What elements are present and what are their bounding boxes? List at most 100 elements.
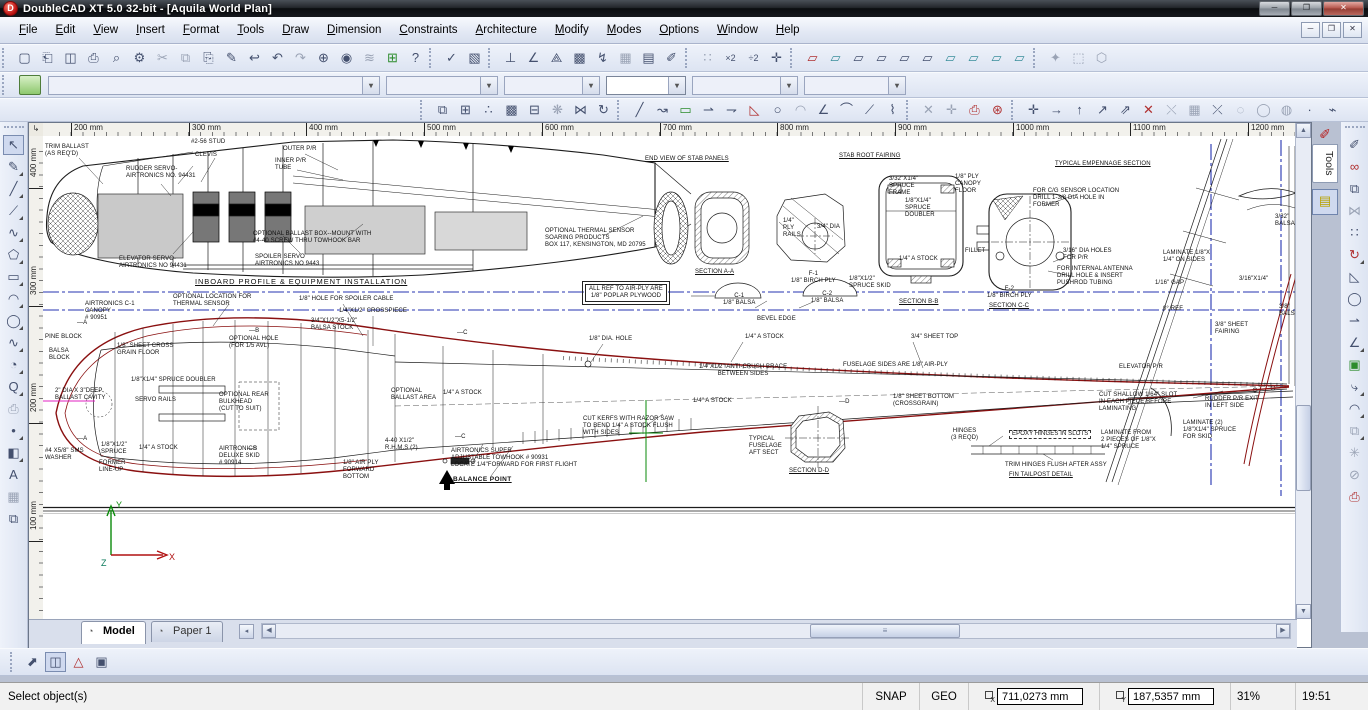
mdi-restore-button[interactable]: ❐ [1322, 22, 1341, 38]
cut-icon[interactable]: ✂ [152, 48, 173, 68]
snap-along-icon[interactable]: → [1046, 100, 1067, 120]
print-icon[interactable]: ⎙ [83, 48, 104, 68]
select-window-icon[interactable]: ⬚ [1068, 48, 1089, 68]
magic-select-icon[interactable]: ✦ [1045, 48, 1066, 68]
double-line-icon[interactable]: ⇀ [698, 100, 719, 120]
explode-tool-icon[interactable]: ✳ [1344, 443, 1365, 463]
maximize-button[interactable]: ❐ [1291, 1, 1322, 16]
spline-tool-icon[interactable]: ⌇ [882, 100, 903, 120]
plot-tool-icon[interactable]: ⎙ [1344, 487, 1365, 507]
mirror-icon[interactable]: ⋈ [570, 100, 591, 120]
break-icon[interactable]: ✕ [918, 100, 939, 120]
view-iso-ne-icon[interactable]: ▱ [940, 48, 961, 68]
region-tool-icon[interactable]: ▣ [1344, 355, 1365, 375]
angle-tool-icon[interactable]: ∠ [813, 100, 834, 120]
rectangle-tool-icon[interactable]: ▭ [675, 100, 696, 120]
toolbar-grip[interactable] [420, 100, 429, 120]
text-tool-icon[interactable]: A [3, 465, 24, 485]
polyline-tool-icon[interactable]: ⟋ [3, 201, 24, 221]
protractor-icon[interactable]: ⟁ [546, 48, 567, 68]
layers-icon[interactable] [19, 75, 41, 95]
menu-item[interactable]: Edit [47, 18, 85, 42]
model-canvas[interactable]: Y X Z TRIM BALLAST (AS REQ'D)#2-56 STUDC… [43, 136, 1297, 619]
snap-angle-icon[interactable]: ↗ [1092, 100, 1113, 120]
settings-icon[interactable]: ⚙ [129, 48, 150, 68]
layer-combo[interactable]: ▾ [48, 76, 380, 95]
sketch-icon[interactable]: ✐ [661, 48, 682, 68]
linewidth-combo[interactable]: ▾ [606, 76, 686, 95]
mdi-minimize-button[interactable]: ─ [1301, 22, 1320, 38]
tools-palette-tab[interactable]: Tools [1312, 144, 1338, 183]
array-fill-icon[interactable]: ▩ [501, 100, 522, 120]
minimize-button[interactable]: ─ [1259, 1, 1290, 16]
bricks-icon[interactable]: ▤ [638, 48, 659, 68]
scroll-up-arrow[interactable]: ▲ [1296, 123, 1311, 138]
zoom-extents-icon[interactable]: ◉ [336, 48, 357, 68]
print-tool-icon[interactable]: ⎙ [3, 399, 24, 419]
view-right-icon[interactable]: ▱ [871, 48, 892, 68]
render-mode-icon[interactable]: △ [68, 652, 89, 672]
workspace-icon[interactable]: ⬈ [22, 652, 43, 672]
linetype-combo[interactable]: ▾ [504, 76, 600, 95]
menu-item[interactable]: Draw [273, 18, 318, 42]
open-file-icon[interactable]: ⎗ [37, 48, 58, 68]
toolbar-grip[interactable] [2, 48, 11, 68]
view-back-icon[interactable]: ▱ [917, 48, 938, 68]
no-plot-icon[interactable]: ⊘ [1344, 465, 1365, 485]
tab-scroll-left-button[interactable]: ◂ [239, 624, 254, 639]
spell-check-icon[interactable]: ✓ [441, 48, 462, 68]
polyline-tool-icon[interactable]: ⇀ [1344, 311, 1365, 331]
array-radial-icon[interactable]: ❋ [547, 100, 568, 120]
menu-item[interactable]: File [10, 18, 47, 42]
snap-tangent-icon[interactable]: ◍ [1276, 100, 1297, 120]
array-rect-icon[interactable]: ⊞ [455, 100, 476, 120]
horizontal-ruler[interactable]: 200 mm300 mm400 mm500 mm600 mm700 mm800 … [43, 123, 1297, 137]
toolbar-grip[interactable] [1345, 126, 1365, 134]
undo-icon[interactable]: ↶ [267, 48, 288, 68]
toolbar-grip[interactable] [4, 126, 24, 134]
vertical-scrollbar[interactable]: ▲ ▼ [1295, 123, 1311, 619]
calculator-icon[interactable]: ⊞ [382, 48, 403, 68]
hatch-tool-icon[interactable]: ◧ [3, 443, 24, 463]
menu-item[interactable]: Tools [228, 18, 273, 42]
flange-icon[interactable]: ⊛ [987, 100, 1008, 120]
snap-apparent-icon[interactable]: ⤬ [1161, 100, 1182, 120]
multiline-icon[interactable]: ⇁ [721, 100, 742, 120]
print-preview-icon[interactable]: ⌕ [106, 48, 127, 68]
point-tool-icon[interactable]: • [3, 421, 24, 441]
circles-tool-icon[interactable]: ∞ [1344, 157, 1365, 177]
copy-icon[interactable]: ⧉ [175, 48, 196, 68]
snap-crossing-icon[interactable]: ⤫ [1207, 100, 1228, 120]
coordinate-system-icon[interactable]: ⊥ [500, 48, 521, 68]
triangle-tool-icon[interactable]: ◺ [744, 100, 765, 120]
back-icon[interactable]: ↩ [244, 48, 265, 68]
rotate-tool-icon[interactable]: ↻ [1344, 245, 1365, 265]
line-tool-icon[interactable]: ╱ [629, 100, 650, 120]
zoom-window-icon[interactable]: ⊕ [313, 48, 334, 68]
ellipse-tool-icon[interactable]: ◔ [3, 355, 24, 375]
mirror-tool-icon[interactable]: ⋈ [1344, 201, 1365, 221]
chevron-down-icon[interactable]: ▾ [888, 77, 905, 94]
toolbar-grip[interactable] [488, 48, 497, 68]
spell-options-icon[interactable]: ▧ [464, 48, 485, 68]
zoom-level[interactable]: 31% [1230, 683, 1295, 710]
tab-model[interactable]: ◔Model [81, 621, 146, 644]
color-combo[interactable]: ▾ [386, 76, 498, 95]
image-icon[interactable]: ▩ [569, 48, 590, 68]
menu-item[interactable]: View [84, 18, 127, 42]
menu-item[interactable]: Help [767, 18, 809, 42]
polyline-tool-icon[interactable]: ↝ [652, 100, 673, 120]
horizontal-scrollbar[interactable]: ◀ ≡ ▶ [261, 623, 1291, 639]
circle-tool-icon[interactable]: ◯ [1344, 289, 1365, 309]
view-iso-nw-icon[interactable]: ▱ [963, 48, 984, 68]
toolbar-grip[interactable] [1033, 48, 1042, 68]
arc-tool-icon[interactable]: ◠ [790, 100, 811, 120]
help-icon[interactable]: ? [405, 48, 426, 68]
snap-node-icon[interactable]: ∙ [1299, 100, 1320, 120]
ruler-origin-button[interactable]: ↳ [29, 123, 44, 137]
snap-toggle[interactable]: SNAP [862, 683, 919, 710]
menu-item[interactable]: Modify [546, 18, 598, 42]
menu-item[interactable]: Options [650, 18, 708, 42]
close-button[interactable]: ✕ [1323, 1, 1364, 16]
arc-tangent-icon[interactable]: ⟋ [859, 100, 880, 120]
